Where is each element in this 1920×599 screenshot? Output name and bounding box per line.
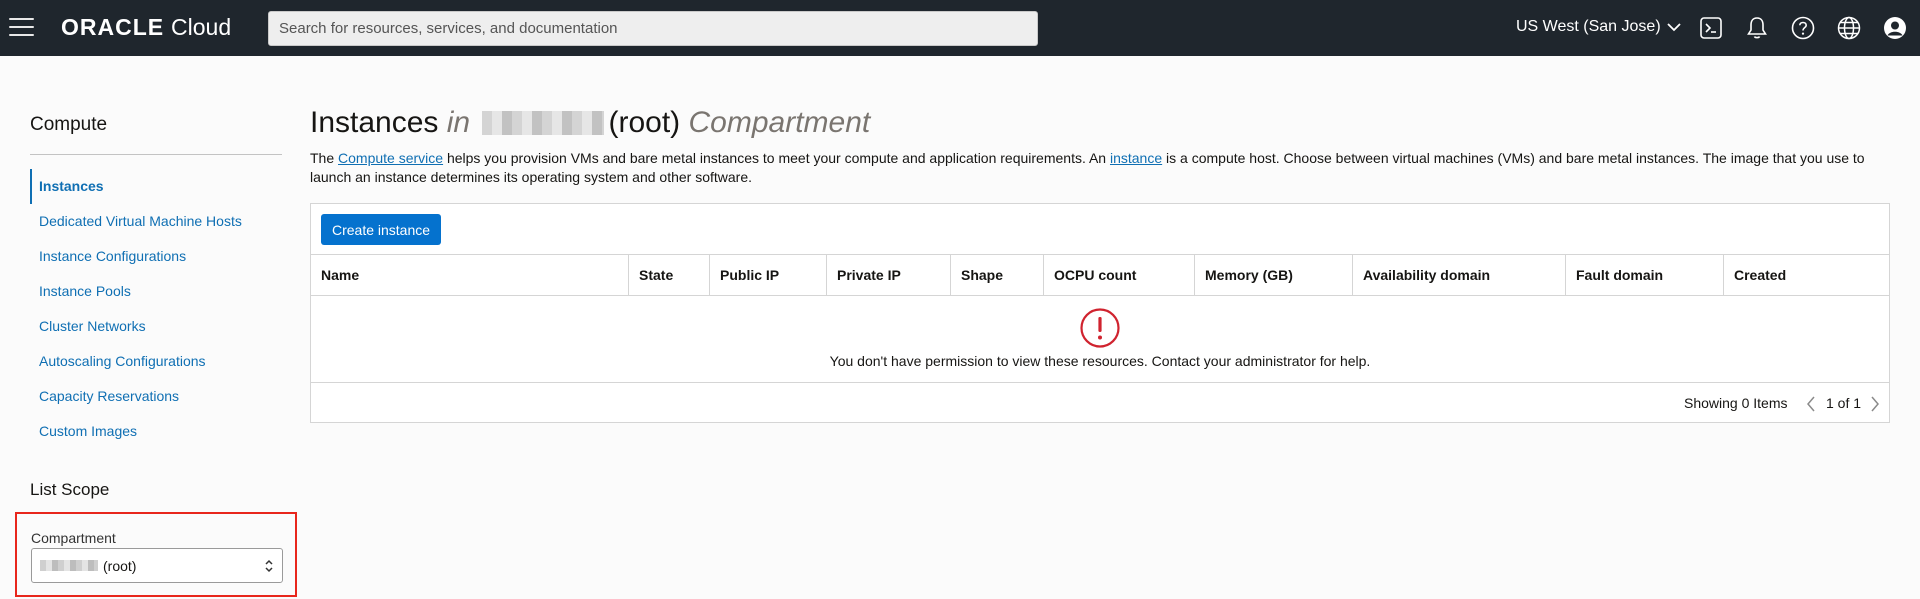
chevron-left-icon[interactable] (1805, 395, 1817, 413)
globe-icon[interactable] (1835, 14, 1863, 42)
desc-text-1: The (310, 150, 339, 166)
sidebar-item-capacity-reservations[interactable]: Capacity Reservations (30, 379, 282, 414)
column-header-ocpu-count[interactable]: OCPU count (1044, 255, 1195, 295)
bell-icon[interactable] (1743, 14, 1771, 42)
page-indicator: 1 of 1 (1826, 395, 1862, 411)
logo-product: Cloud (171, 14, 232, 40)
select-arrows-icon (265, 559, 273, 573)
menu-icon[interactable] (9, 18, 34, 36)
sidebar-divider (30, 154, 282, 155)
compartment-label: Compartment (31, 530, 116, 546)
page-title-compartment: Compartment (688, 106, 871, 139)
column-header-public-ip[interactable]: Public IP (710, 255, 827, 295)
sidebar-item-cluster-networks[interactable]: Cluster Networks (30, 309, 282, 344)
column-header-memory[interactable]: Memory (GB) (1195, 255, 1353, 295)
sidebar-item-dedicated-vm-hosts[interactable]: Dedicated Virtual Machine Hosts (30, 204, 282, 239)
page-title-root: (root) (608, 106, 681, 139)
empty-state-message: You don't have permission to view these … (829, 353, 1371, 369)
list-scope-title: List Scope (30, 480, 110, 499)
chevron-right-icon[interactable] (1869, 395, 1881, 413)
sidebar-nav: Instances Dedicated Virtual Machine Host… (30, 169, 282, 449)
oracle-cloud-logo[interactable]: ORACLE Cloud (61, 14, 231, 41)
desc-text-2: helps you provision VMs and bare metal i… (443, 150, 1110, 166)
logo-brand: ORACLE (61, 14, 165, 40)
cloud-shell-icon[interactable] (1697, 14, 1725, 42)
page-title-main: Instances (310, 106, 439, 139)
compute-service-link[interactable]: Compute service (338, 150, 443, 166)
redacted-compartment-name (40, 560, 98, 571)
region-label: US West (San Jose) (1516, 18, 1661, 35)
column-header-created[interactable]: Created (1724, 255, 1889, 295)
search-input[interactable] (268, 11, 1038, 46)
column-header-name[interactable]: Name (311, 255, 629, 295)
user-icon[interactable] (1881, 14, 1909, 42)
error-icon (1080, 308, 1120, 348)
item-count: Showing 0 Items (1684, 395, 1788, 411)
compartment-value: (root) (103, 557, 137, 574)
sidebar-item-instance-pools[interactable]: Instance Pools (30, 274, 282, 309)
instances-table-panel: Create instance Name State Public IP Pri… (310, 203, 1890, 423)
sidebar-item-instance-configurations[interactable]: Instance Configurations (30, 239, 282, 274)
create-instance-button[interactable]: Create instance (321, 214, 441, 245)
compartment-highlight-box: Compartment (root) (15, 512, 297, 597)
sidebar-title: Compute (30, 114, 108, 135)
region-selector[interactable]: US West (San Jose) (1516, 18, 1681, 36)
table-header: Name State Public IP Private IP Shape OC… (311, 254, 1889, 296)
help-icon[interactable] (1789, 14, 1817, 42)
table-footer: Showing 0 Items 1 of 1 (311, 382, 1889, 422)
top-bar: ORACLE Cloud US West (San Jose) (0, 0, 1920, 56)
sidebar-item-instances[interactable]: Instances (30, 169, 282, 204)
page-description: The Compute service helps you provision … (310, 149, 1890, 187)
column-header-shape[interactable]: Shape (951, 255, 1044, 295)
compartment-select[interactable]: (root) (31, 548, 283, 583)
sidebar-item-custom-images[interactable]: Custom Images (30, 414, 282, 449)
column-header-availability-domain[interactable]: Availability domain (1353, 255, 1566, 295)
sidebar-item-autoscaling-configurations[interactable]: Autoscaling Configurations (30, 344, 282, 379)
instance-link[interactable]: instance (1110, 150, 1162, 166)
chevron-down-icon (1667, 23, 1681, 32)
redacted-compartment-name (482, 111, 605, 135)
column-header-state[interactable]: State (629, 255, 710, 295)
column-header-private-ip[interactable]: Private IP (827, 255, 951, 295)
page-title: Instances in (root) Compartment (310, 106, 870, 140)
page-title-in: in (446, 106, 471, 139)
column-header-fault-domain[interactable]: Fault domain (1566, 255, 1724, 295)
